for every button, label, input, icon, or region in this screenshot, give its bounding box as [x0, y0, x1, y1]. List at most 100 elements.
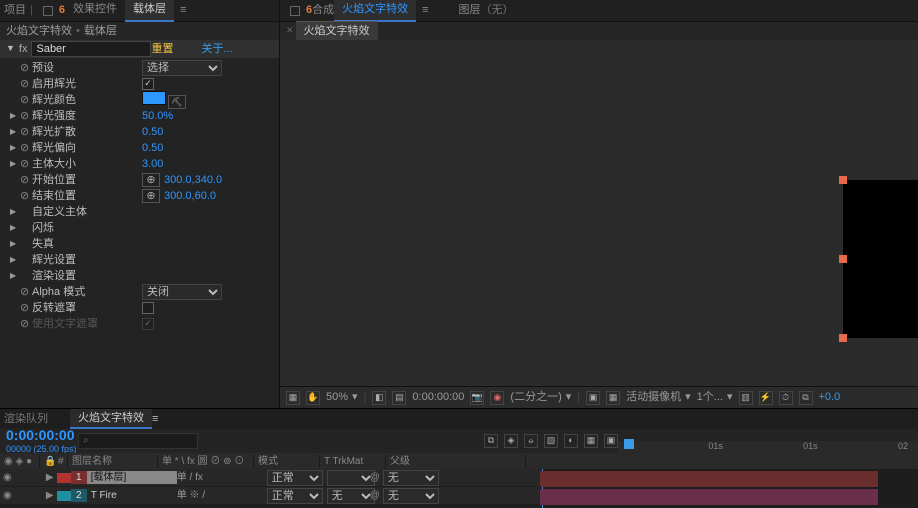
position-target-icon[interactable]: ⊕	[142, 189, 160, 203]
stopwatch-icon[interactable]: ⊘	[20, 61, 32, 75]
exposure-value[interactable]: +0.0	[819, 390, 841, 404]
stopwatch-icon[interactable]: ⊘	[20, 317, 32, 331]
stopwatch-icon[interactable]: ⊘	[20, 301, 32, 315]
layer-bar-1[interactable]	[540, 471, 878, 487]
stopwatch-icon[interactable]: ⊘	[20, 157, 32, 171]
comp-viewer[interactable]	[280, 40, 918, 386]
prop-value[interactable]: 0.50	[142, 141, 163, 155]
layer-name[interactable]: [载体层]	[87, 471, 177, 484]
prop-value[interactable]: 3.00	[142, 157, 163, 171]
effect-about[interactable]: 关于...	[201, 42, 232, 56]
stopwatch-icon[interactable]: ⊘	[20, 109, 32, 123]
prop-value[interactable]: 选择	[142, 60, 222, 76]
visibility-toggle[interactable]: ◉	[0, 471, 15, 484]
resolution-field[interactable]: (二分之一)▾	[510, 390, 571, 404]
prop-label: 主体大小	[32, 157, 142, 171]
pickwhip-icon[interactable]: @	[367, 471, 383, 484]
pickwhip-icon[interactable]: @	[367, 489, 383, 502]
layer-bar-2[interactable]	[540, 489, 878, 505]
prop-失真[interactable]: ▶失真	[0, 236, 279, 252]
prop-value: ⛏	[142, 91, 186, 110]
effect-controls-tab[interactable]: 效果控件	[65, 0, 125, 22]
res-half-icon[interactable]: ◧	[372, 391, 386, 405]
render-queue-tab[interactable]: 渲染队列	[4, 412, 48, 426]
layer-row[interactable]: ◉▶1[载体层]单 / fx正常@无	[0, 469, 540, 487]
draft3d-icon[interactable]: ◈	[504, 434, 518, 448]
stopwatch-icon[interactable]: ⊘	[20, 141, 32, 155]
transparency-icon[interactable]: ▦	[606, 391, 620, 405]
layer-search[interactable]: ⌕	[78, 433, 198, 449]
frame-blend-icon[interactable]: ▧	[544, 434, 558, 448]
visibility-toggle[interactable]: ◉	[0, 489, 15, 502]
comp-mini-flow-icon[interactable]: ⧉	[484, 434, 498, 448]
timeline-tracks[interactable]	[540, 469, 918, 508]
comp-tab[interactable]: 火焰文字特效	[334, 0, 416, 22]
views-field[interactable]: 1个...▾	[697, 390, 733, 404]
current-time[interactable]: 0:00:00:00	[412, 390, 464, 404]
comp-sub-tab[interactable]: 火焰文字特效	[296, 21, 378, 40]
effect-saber-header[interactable]: ▼ fx Saber 重置 关于...	[0, 40, 279, 58]
prop-value[interactable]: 50.0%	[142, 109, 173, 123]
effect-reset[interactable]: 重置	[151, 42, 201, 56]
prop-启用辉光: ⊘启用辉光✓	[0, 76, 279, 92]
prop-Alpha 模式: ⊘Alpha 模式关闭	[0, 284, 279, 300]
prop-使用文字遮罩: ⊘使用文字遮罩✓	[0, 316, 279, 332]
parent-select[interactable]: 无	[383, 470, 439, 486]
timeline-icon[interactable]: ⏱	[779, 391, 793, 405]
comp-flow-icon[interactable]: ⧉	[799, 391, 813, 405]
alpha-icon[interactable]: ▤	[392, 391, 406, 405]
layer-switches[interactable]: 单 ※ /	[177, 489, 267, 502]
stopwatch-icon[interactable]: ⊘	[20, 173, 32, 187]
camera-field[interactable]: 活动摄像机▾	[626, 390, 691, 404]
layer-row[interactable]: ◉▶2T Fire单 ※ /正常无@无	[0, 487, 540, 505]
panel-menu-icon[interactable]: ≡	[422, 3, 428, 17]
fast-preview-icon[interactable]: ⚡	[759, 391, 773, 405]
prop-value[interactable]: 关闭	[142, 284, 222, 300]
motion-blur-icon[interactable]: ◐	[564, 434, 578, 448]
prop-渲染设置[interactable]: ▶渲染设置	[0, 268, 279, 284]
snapshot-icon[interactable]: 📷	[470, 391, 484, 405]
color-well[interactable]	[142, 91, 166, 105]
stopwatch-icon[interactable]: ⊘	[20, 77, 32, 91]
stopwatch-icon[interactable]: ⊘	[20, 189, 32, 203]
parent-select[interactable]: 无	[383, 488, 439, 504]
zoom-field[interactable]: 50%▾	[326, 390, 358, 404]
layer-tab[interactable]: 载体层	[125, 0, 174, 22]
cti-head[interactable]	[624, 439, 634, 449]
prop-value[interactable]: ✓	[142, 78, 154, 90]
panel-menu-icon[interactable]: ≡	[180, 3, 186, 17]
hand-icon[interactable]: ✋	[306, 391, 320, 405]
effect-target-header: 火焰文字特效 • 载体层	[0, 22, 279, 40]
brainstorm-icon[interactable]: ▣	[604, 434, 618, 448]
label-color[interactable]	[57, 491, 71, 501]
graph-editor-icon[interactable]: ▦	[584, 434, 598, 448]
label-color[interactable]	[57, 473, 71, 483]
stopwatch-icon[interactable]: ⊘	[20, 93, 32, 107]
position-target-icon[interactable]: ⊕	[142, 173, 160, 187]
prop-value[interactable]: 0.50	[142, 125, 163, 139]
prop-value[interactable]	[142, 302, 154, 314]
prop-自定义主体[interactable]: ▶自定义主体	[0, 204, 279, 220]
stopwatch-icon[interactable]: ⊘	[20, 285, 32, 299]
eyedropper-icon[interactable]: ⛏	[168, 95, 186, 109]
hide-shy-icon[interactable]: ⦵	[524, 434, 538, 448]
stopwatch-icon[interactable]: ⊘	[20, 125, 32, 139]
timeline-comp-tab[interactable]: 火焰文字特效	[70, 409, 152, 429]
prop-辉光设置[interactable]: ▶辉光设置	[0, 252, 279, 268]
layer-name[interactable]: T Fire	[87, 489, 177, 502]
pixel-aspect-icon[interactable]: ▥	[739, 391, 753, 405]
current-time-display[interactable]: 0:00:00:00	[0, 426, 64, 444]
channels-icon[interactable]: ◉	[490, 391, 504, 405]
prop-辉光偏向: ▶⊘辉光偏向0.50	[0, 140, 279, 156]
layers-label: 图层	[459, 3, 481, 17]
left-tabstrip: 项目 | 6 效果控件 载体层 ≡	[0, 0, 279, 22]
time-ruler[interactable]: 01s 01s 02	[618, 441, 918, 455]
layer-switches[interactable]: 单 / fx	[177, 471, 267, 484]
blend-mode[interactable]: 正常	[267, 470, 323, 486]
grid-icon[interactable]: ▦	[286, 391, 300, 405]
panel-menu-icon[interactable]: ≡	[152, 412, 158, 426]
project-tab[interactable]: 项目	[4, 3, 26, 17]
blend-mode[interactable]: 正常	[267, 488, 323, 504]
roi-icon[interactable]: ▣	[586, 391, 600, 405]
prop-闪烁[interactable]: ▶闪烁	[0, 220, 279, 236]
